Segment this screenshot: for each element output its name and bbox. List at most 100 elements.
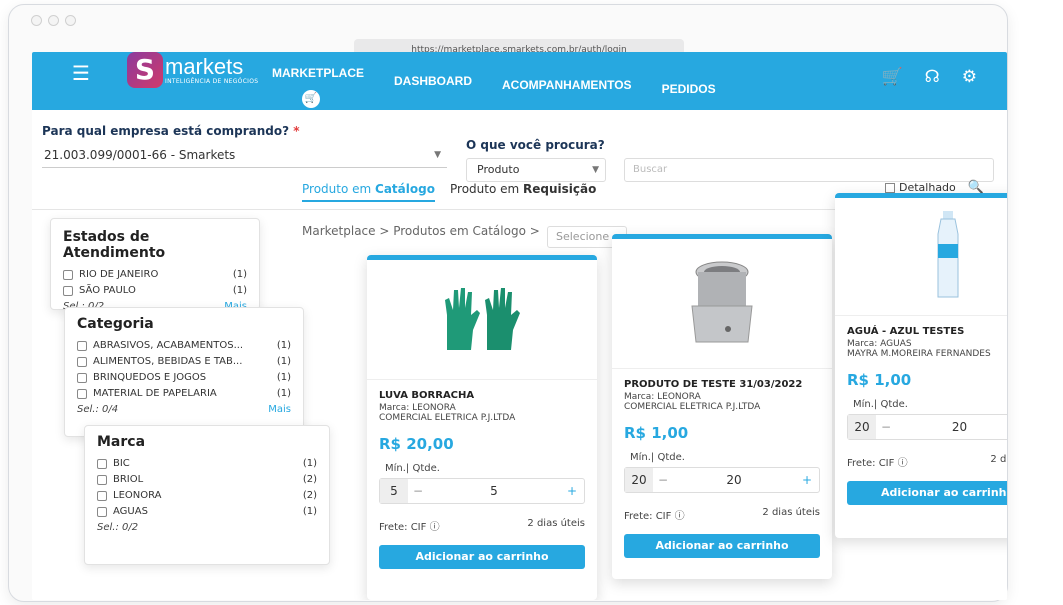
min-qty: 20 xyxy=(848,415,876,439)
company-select[interactable]: 21.003.099/0001-66 - Smarkets ▼ xyxy=(42,144,447,168)
cart-icon[interactable]: 🛒 xyxy=(881,67,902,87)
option-count: (1) xyxy=(302,458,317,469)
product-image[interactable] xyxy=(367,260,597,380)
company-label: Para qual empresa está comprando? * xyxy=(42,124,300,138)
checkbox[interactable] xyxy=(97,474,107,485)
nav-acompanhamentos[interactable]: ACOMPANHAMENTOS xyxy=(502,78,632,96)
checkbox[interactable] xyxy=(97,506,107,517)
nav-pedidos[interactable]: PEDIDOS xyxy=(662,82,716,96)
chevron-down-icon: ▼ xyxy=(592,165,599,175)
option-label: LEONORA xyxy=(113,490,162,501)
breadcrumb[interactable]: Marketplace > Produtos em Catálogo > xyxy=(302,224,540,238)
required-mark: * xyxy=(293,124,300,138)
minus-icon[interactable]: − xyxy=(408,484,428,498)
option-label: RIO DE JANEIRO xyxy=(79,269,159,280)
freight-info: Frete: CIF ⓘ xyxy=(624,507,685,522)
search-type-select[interactable]: Produto ▼ xyxy=(466,158,606,182)
logo-mark: S xyxy=(127,52,163,88)
smarkets-logo[interactable]: S markets INTELIGÊNCIA DE NEGÓCIOS xyxy=(127,52,258,88)
freight-label: Frete: CIF xyxy=(379,522,427,533)
product-card: LUVA BORRACHA Marca: LEONORA COMERCIAL E… xyxy=(367,255,597,600)
filter-option[interactable]: BRIOL (2) xyxy=(97,474,317,485)
add-to-cart-button[interactable]: Adicionar ao carrinho xyxy=(379,545,585,569)
quantity-stepper: 5 − 5 + xyxy=(379,478,585,504)
qty-input[interactable]: 20 xyxy=(673,473,795,487)
product-name[interactable]: PRODUTO DE TESTE 31/03/2022 xyxy=(624,379,820,390)
product-card: PRODUTO DE TESTE 31/03/2022 Marca: LEONO… xyxy=(612,234,832,579)
checkbox[interactable] xyxy=(97,490,107,501)
marketplace-cart-icon: 🛒 xyxy=(302,90,320,108)
qty-label: Mín.| Qtde. xyxy=(385,463,440,474)
product-image[interactable] xyxy=(612,239,832,369)
company-label-text: Para qual empresa está comprando? xyxy=(42,124,290,138)
user-settings-icon[interactable]: ⚙ xyxy=(962,67,977,87)
product-card: AGUÁ - AZUL TESTES Marca: AGUAS MAYRA M.… xyxy=(835,193,1007,538)
nav-marketplace[interactable]: MARKETPLACE 🛒 xyxy=(272,66,364,108)
tab-bold: Requisição xyxy=(523,182,597,196)
checkbox[interactable] xyxy=(97,458,107,469)
checkbox[interactable] xyxy=(77,372,87,383)
info-icon[interactable]: ⓘ xyxy=(898,458,908,469)
minus-icon[interactable]: − xyxy=(653,473,673,487)
hamburger-menu-icon[interactable]: ☰ xyxy=(72,61,90,85)
option-label: BRIOL xyxy=(113,474,144,485)
checkbox[interactable] xyxy=(77,340,87,351)
filter-option[interactable]: ABRASIVOS, ACABAMENTOS... (1) xyxy=(77,340,291,351)
filter-option[interactable]: LEONORA (2) xyxy=(97,490,317,501)
search-input[interactable]: Buscar xyxy=(624,158,994,182)
more-link[interactable]: Mais xyxy=(268,404,291,415)
product-name[interactable]: LUVA BORRACHA xyxy=(379,390,585,401)
product-image[interactable] xyxy=(835,198,1007,316)
qty-input[interactable]: 20 xyxy=(896,420,1007,434)
filter-option[interactable]: MATERIAL DE PAPELARIA (1) xyxy=(77,388,291,399)
checkbox[interactable] xyxy=(63,269,73,280)
close-dot[interactable] xyxy=(31,15,42,26)
checkbox[interactable] xyxy=(77,388,87,399)
filter-option[interactable]: BRINQUEDOS E JOGOS (1) xyxy=(77,372,291,383)
tab-prefix: Produto em xyxy=(450,182,524,196)
top-navbar: ☰ S markets INTELIGÊNCIA DE NEGÓCIOS MAR… xyxy=(32,52,1007,110)
header-actions: 🛒 ☊ ⚙ xyxy=(881,67,977,87)
option-count: (1) xyxy=(276,372,291,383)
gloves-image xyxy=(445,287,520,350)
checkbox[interactable] xyxy=(77,356,87,367)
filter-title: Marca xyxy=(97,434,146,450)
minimize-dot[interactable] xyxy=(48,15,59,26)
quantity-stepper: 20 − 20 + xyxy=(847,414,1007,440)
info-icon[interactable]: ⓘ xyxy=(675,511,685,522)
logo-tagline: INTELIGÊNCIA DE NEGÓCIOS xyxy=(165,77,259,85)
delivery-time: 2 dias úteis xyxy=(762,507,820,518)
qty-label: Mín.| Qtde. xyxy=(630,452,685,463)
nav-dashboard[interactable]: DASHBOARD xyxy=(394,74,472,96)
product-name[interactable]: AGUÁ - AZUL TESTES xyxy=(847,326,1007,337)
product-seller: COMERCIAL ELETRICA P.J.LTDA xyxy=(379,413,516,423)
checkbox[interactable] xyxy=(63,285,73,296)
support-headset-icon[interactable]: ☊ xyxy=(925,67,940,87)
plus-icon[interactable]: + xyxy=(795,473,819,487)
plus-icon[interactable]: + xyxy=(560,484,584,498)
logo-text: markets xyxy=(165,53,244,79)
min-qty: 5 xyxy=(380,479,408,503)
delivery-time: 2 dias úteis xyxy=(527,518,585,529)
filter-option[interactable]: AGUAS (1) xyxy=(97,506,317,517)
pipe-fitting-image xyxy=(691,261,753,342)
maximize-dot[interactable] xyxy=(65,15,76,26)
detailed-checkbox[interactable] xyxy=(885,182,895,193)
filter-option[interactable]: SÃO PAULO (1) xyxy=(63,285,247,296)
minus-icon[interactable]: − xyxy=(876,420,896,434)
tab-produto-catalogo[interactable]: Produto em Catálogo xyxy=(302,182,435,202)
filter-option[interactable]: ALIMENTOS, BEBIDAS E TAB... (1) xyxy=(77,356,291,367)
window-controls xyxy=(31,15,76,26)
filter-option[interactable]: BIC (1) xyxy=(97,458,317,469)
tab-produto-requisicao[interactable]: Produto em Requisição xyxy=(450,182,596,196)
qty-label: Mín.| Qtde. xyxy=(853,399,908,410)
filter-option[interactable]: RIO DE JANEIRO (1) xyxy=(63,269,247,280)
selection-count: Sel.: 0/4 xyxy=(77,404,119,415)
add-to-cart-button[interactable]: Adicionar ao carrinho xyxy=(847,481,1007,505)
freight-info: Frete: CIF ⓘ xyxy=(847,454,908,469)
product-seller: MAYRA M.MOREIRA FERNANDES xyxy=(847,349,991,359)
add-to-cart-button[interactable]: Adicionar ao carrinho xyxy=(624,534,820,558)
qty-input[interactable]: 5 xyxy=(428,484,560,498)
product-brand: Marca: LEONORA xyxy=(379,403,456,413)
info-icon[interactable]: ⓘ xyxy=(430,522,440,533)
